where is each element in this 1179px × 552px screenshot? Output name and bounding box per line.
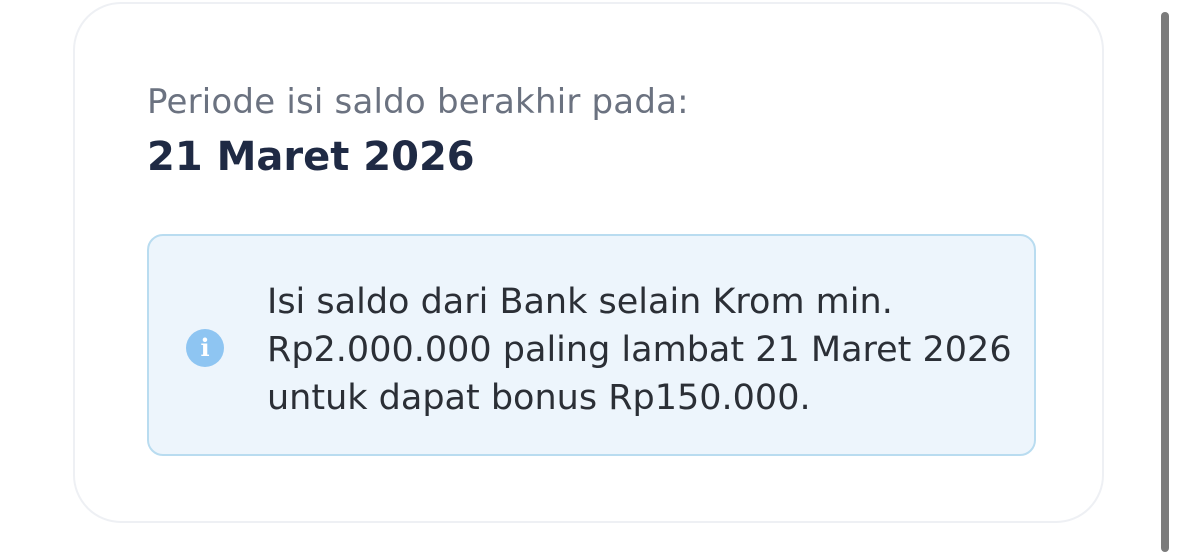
- scrollbar[interactable]: [1161, 12, 1169, 552]
- info-message-line: untuk dapat bonus Rp150.000.: [267, 378, 811, 418]
- info-message-line: Rp2.000.000 paling lambat 21 Maret 2026: [267, 330, 1012, 370]
- info-message-line: Isi saldo dari Bank selain Krom min.: [267, 282, 893, 322]
- period-end-date: 21 Maret 2026: [147, 134, 475, 180]
- info-message: Isi saldo dari Bank selain Krom min. Rp2…: [267, 278, 1027, 422]
- topup-period-card: Periode isi saldo berakhir pada: 21 Mare…: [73, 2, 1104, 523]
- period-label: Periode isi saldo berakhir pada:: [147, 82, 689, 122]
- info-circle-icon: i: [186, 329, 224, 367]
- info-banner: i Isi saldo dari Bank selain Krom min. R…: [147, 234, 1036, 456]
